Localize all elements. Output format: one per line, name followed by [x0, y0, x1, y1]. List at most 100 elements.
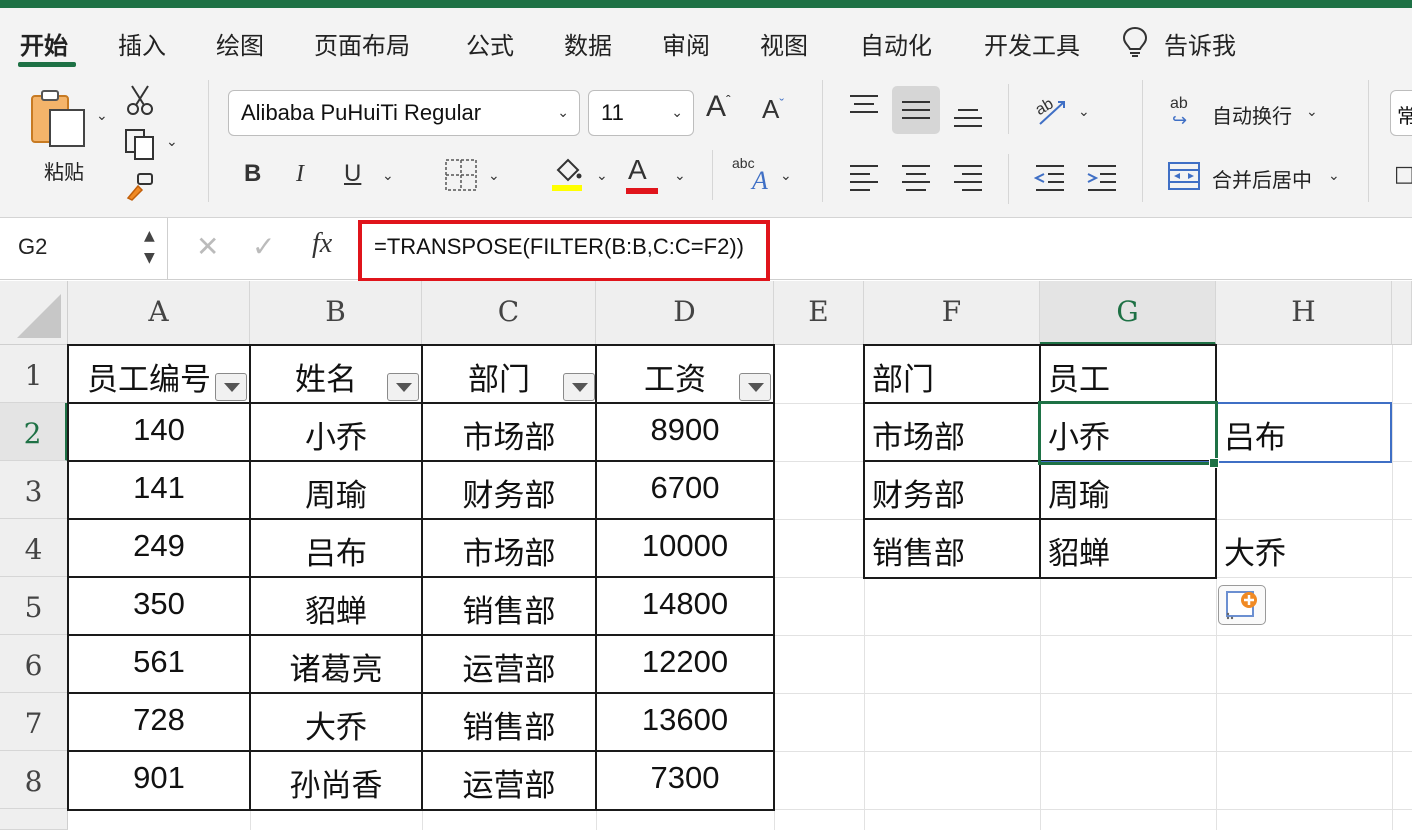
cell-d2[interactable]: 8900: [596, 403, 774, 461]
orientation-icon[interactable]: ab: [1032, 94, 1068, 133]
cell-g1[interactable]: 员工: [1040, 345, 1216, 403]
align-top-icon[interactable]: [848, 94, 880, 123]
phonetic-dropdown-chevron-icon[interactable]: ⌄: [780, 168, 792, 184]
scissors-icon[interactable]: [126, 84, 154, 121]
tab-home[interactable]: 开始: [20, 26, 68, 61]
column-header-a[interactable]: A: [68, 281, 250, 345]
filter-dropdown-c1[interactable]: [563, 373, 595, 401]
confirm-check-icon[interactable]: ✓: [252, 230, 275, 263]
select-all-button[interactable]: [0, 281, 68, 345]
fill-handle[interactable]: [1209, 458, 1219, 468]
cell-a3[interactable]: 141: [68, 461, 250, 519]
tab-automate[interactable]: 自动化: [860, 26, 932, 61]
wrap-text-dropdown-chevron-icon[interactable]: ⌄: [1306, 104, 1318, 120]
cell-a6[interactable]: 561: [68, 635, 250, 693]
cell-b4[interactable]: 吕布: [250, 519, 422, 577]
cancel-icon[interactable]: ✕: [196, 230, 219, 263]
cell-d3[interactable]: 6700: [596, 461, 774, 519]
cell-d7[interactable]: 13600: [596, 693, 774, 751]
cell-g4[interactable]: 貂蝉: [1040, 519, 1216, 577]
decrease-font-size-button[interactable]: Aˇ: [762, 96, 784, 122]
column-header-e[interactable]: E: [774, 281, 864, 345]
cell-a5[interactable]: 350: [68, 577, 250, 635]
borders-dropdown-chevron-icon[interactable]: ⌄: [488, 168, 500, 184]
cell-a2[interactable]: 140: [68, 403, 250, 461]
cell-c3[interactable]: 财务部: [422, 461, 596, 519]
name-box-up-arrow-icon[interactable]: ▲: [144, 228, 155, 244]
cell-b2[interactable]: 小乔: [250, 403, 422, 461]
cell-c5[interactable]: 销售部: [422, 577, 596, 635]
fill-color-icon[interactable]: [550, 156, 584, 197]
tab-draw[interactable]: 绘图: [216, 26, 264, 61]
row-header-8[interactable]: 8: [0, 751, 68, 809]
cell-a8[interactable]: 901: [68, 751, 250, 809]
wrap-text-label[interactable]: 自动换行: [1212, 100, 1292, 129]
cell-d4[interactable]: 10000: [596, 519, 774, 577]
bold-button[interactable]: B: [244, 162, 261, 186]
column-header-i[interactable]: [1392, 281, 1412, 345]
cell-f4[interactable]: 销售部: [864, 519, 1040, 577]
cell-b6[interactable]: 诸葛亮: [250, 635, 422, 693]
font-size-dropdown[interactable]: 11 ⌄: [588, 90, 694, 136]
column-header-b[interactable]: B: [250, 281, 422, 345]
cell-a4[interactable]: 249: [68, 519, 250, 577]
underline-button[interactable]: U: [344, 162, 361, 186]
cell-c2[interactable]: 市场部: [422, 403, 596, 461]
tab-tell-me[interactable]: 告诉我: [1164, 26, 1236, 61]
cell-c4[interactable]: 市场部: [422, 519, 596, 577]
cell-f1[interactable]: 部门: [864, 345, 1040, 403]
merge-center-icon[interactable]: [1168, 162, 1200, 195]
filter-dropdown-b1[interactable]: [387, 373, 419, 401]
row-header-2[interactable]: 2: [0, 403, 68, 461]
row-header-1[interactable]: 1: [0, 345, 68, 403]
tab-developer[interactable]: 开发工具: [984, 26, 1080, 61]
align-bottom-icon[interactable]: [952, 106, 984, 135]
cell-f2[interactable]: 市场部: [864, 403, 1040, 461]
cell-b3[interactable]: 周瑜: [250, 461, 422, 519]
filter-dropdown-a1[interactable]: [215, 373, 247, 401]
copy-dropdown-chevron-icon[interactable]: ⌄: [166, 134, 178, 150]
insert-function-button[interactable]: fx: [312, 228, 332, 260]
align-left-icon[interactable]: [848, 164, 880, 197]
row-header-6[interactable]: 6: [0, 635, 68, 693]
filter-dropdown-d1[interactable]: [739, 373, 771, 401]
tab-view[interactable]: 视图: [760, 26, 808, 61]
row-header-7[interactable]: 7: [0, 693, 68, 751]
paste-options-button[interactable]: [1218, 585, 1266, 625]
underline-dropdown-chevron-icon[interactable]: ⌄: [382, 168, 394, 184]
row-header-3[interactable]: 3: [0, 461, 68, 519]
paste-icon[interactable]: [28, 88, 90, 155]
increase-indent-icon[interactable]: [1086, 164, 1118, 197]
tab-data[interactable]: 数据: [564, 26, 612, 61]
orientation-dropdown-chevron-icon[interactable]: ⌄: [1078, 104, 1090, 120]
merge-center-dropdown-chevron-icon[interactable]: ⌄: [1328, 168, 1340, 184]
font-name-dropdown[interactable]: Alibaba PuHuiTi Regular ⌄: [228, 90, 580, 136]
name-box-down-arrow-icon[interactable]: ▼: [144, 250, 155, 266]
cell-b7[interactable]: 大乔: [250, 693, 422, 751]
borders-icon[interactable]: [444, 158, 478, 197]
fill-color-dropdown-chevron-icon[interactable]: ⌄: [596, 168, 608, 184]
row-header-4[interactable]: 4: [0, 519, 68, 577]
copy-icon[interactable]: [124, 128, 158, 167]
row-header-9[interactable]: [0, 809, 68, 830]
cell-d8[interactable]: 7300: [596, 751, 774, 809]
column-header-h[interactable]: H: [1216, 281, 1392, 345]
column-header-g[interactable]: G: [1040, 281, 1216, 345]
conditional-format-icon[interactable]: □: [1394, 164, 1412, 186]
italic-button[interactable]: I: [296, 162, 304, 186]
decrease-indent-icon[interactable]: [1033, 164, 1066, 197]
column-header-d[interactable]: D: [596, 281, 774, 345]
column-header-c[interactable]: C: [422, 281, 596, 345]
tab-formulas[interactable]: 公式: [466, 26, 514, 61]
cell-c8[interactable]: 运营部: [422, 751, 596, 809]
number-format-dropdown[interactable]: 常: [1390, 90, 1412, 136]
align-right-icon[interactable]: [952, 164, 984, 197]
paste-dropdown-chevron-icon[interactable]: ⌄: [96, 108, 108, 124]
align-center-icon[interactable]: [900, 164, 932, 197]
tab-review[interactable]: 审阅: [662, 26, 710, 61]
font-color-dropdown-chevron-icon[interactable]: ⌄: [674, 168, 686, 184]
font-color-button[interactable]: A: [626, 156, 658, 194]
cell-h4[interactable]: 大乔: [1216, 519, 1392, 577]
merge-center-label[interactable]: 合并后居中: [1212, 164, 1312, 193]
cell-d6[interactable]: 12200: [596, 635, 774, 693]
